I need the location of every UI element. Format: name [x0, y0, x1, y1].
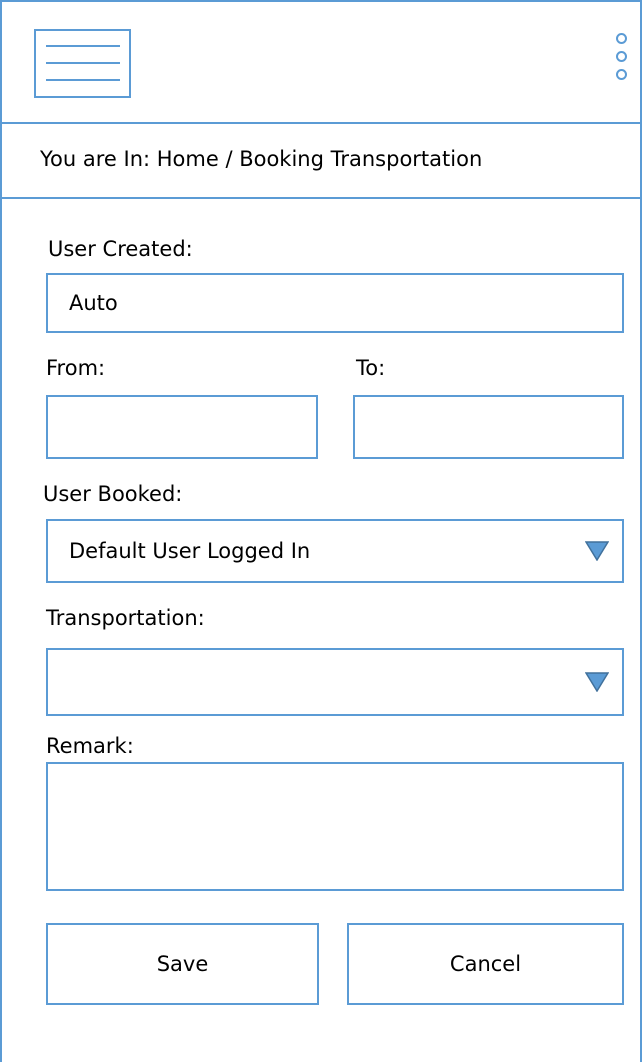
- remark-label: Remark:: [46, 734, 134, 758]
- dropdown-arrow-icon[interactable]: [585, 541, 609, 561]
- user-booked-select[interactable]: Default User Logged In: [46, 519, 624, 583]
- transportation-select[interactable]: [46, 648, 624, 716]
- user-created-label: User Created:: [48, 237, 193, 261]
- user-created-field[interactable]: Auto: [46, 273, 624, 333]
- user-booked-value: Default User Logged In: [69, 539, 311, 563]
- user-booked-label: User Booked:: [43, 482, 183, 506]
- breadcrumb-divider: [0, 197, 642, 199]
- breadcrumb: You are In: Home / Booking Transportatio…: [40, 147, 483, 171]
- from-label: From:: [46, 356, 106, 380]
- cancel-button[interactable]: Cancel: [347, 923, 624, 1005]
- save-button-label: Save: [156, 952, 209, 976]
- cancel-button-label: Cancel: [449, 952, 522, 976]
- user-created-value: Auto: [69, 291, 118, 315]
- more-options-button[interactable]: [612, 32, 632, 92]
- to-label: To:: [356, 356, 386, 380]
- dropdown-arrow-icon[interactable]: [585, 672, 609, 692]
- menu-button[interactable]: [34, 29, 131, 98]
- save-button[interactable]: Save: [46, 923, 319, 1005]
- remark-textarea[interactable]: [46, 762, 624, 891]
- to-field[interactable]: [353, 395, 624, 459]
- header-divider: [0, 122, 642, 124]
- from-field[interactable]: [46, 395, 318, 459]
- hamburger-menu-icon: [36, 31, 129, 96]
- transportation-label: Transportation:: [46, 606, 205, 630]
